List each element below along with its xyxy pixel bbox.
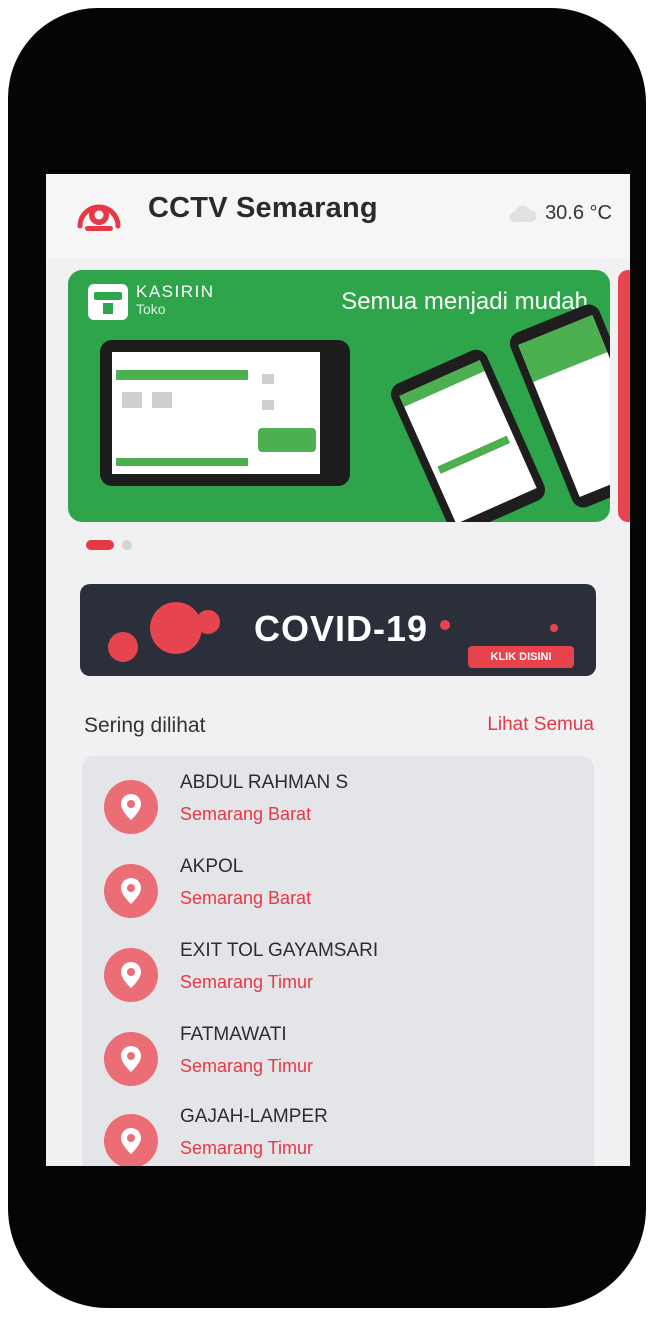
item-name: AKPOL [180, 856, 244, 877]
virus-icon [150, 602, 202, 654]
location-pin-icon [104, 864, 158, 918]
section-title: Sering dilihat [84, 714, 206, 737]
cloud-icon [509, 205, 537, 222]
carousel-dot[interactable] [122, 540, 132, 550]
banner-brand: KASIRIN [136, 282, 215, 301]
location-pin-icon [104, 1032, 158, 1086]
item-area: Semarang Barat [180, 888, 312, 908]
banner-brand-sub: Toko [136, 301, 166, 317]
covid-banner[interactable]: COVID-19 KLIK DISINI [80, 584, 596, 676]
cctv-logo-icon [77, 204, 121, 231]
temperature: 30.6 °C [545, 202, 612, 224]
virus-icon [550, 624, 558, 632]
list-item[interactable]: AKPOL Semarang Barat [82, 840, 594, 924]
carousel-indicator [86, 540, 132, 550]
item-area: Semarang Timur [180, 1138, 314, 1158]
location-pin-icon [104, 1114, 158, 1166]
item-name: FATMAWATI [180, 1024, 287, 1045]
list-item[interactable]: GAJAH-LAMPER Semarang Timur [82, 1090, 594, 1166]
item-name: GAJAH-LAMPER [180, 1106, 328, 1127]
virus-icon [108, 632, 138, 662]
location-pin-icon [104, 948, 158, 1002]
store-icon [88, 284, 128, 320]
virus-icon [196, 610, 220, 634]
list-item[interactable]: ABDUL RAHMAN S Semarang Barat [82, 756, 594, 840]
promo-banner[interactable]: KASIRIN Toko Semua menjadi mudah [68, 270, 610, 522]
item-area: Semarang Timur [180, 972, 314, 992]
phone-frame: CCTV Semarang 30.6 °C KASIRIN Toko Semua… [8, 8, 646, 1308]
virus-icon [440, 620, 450, 630]
weather-widget: 30.6 °C [507, 202, 612, 225]
location-pin-icon [104, 780, 158, 834]
app-title: CCTV Semarang [148, 192, 378, 224]
list-item[interactable]: EXIT TOL GAYAMSARI Semarang Timur [82, 924, 594, 1008]
see-all-link[interactable]: Lihat Semua [487, 714, 594, 736]
banner-tagline: Semua menjadi mudah [341, 288, 588, 315]
app-header: CCTV Semarang 30.6 °C [46, 174, 630, 258]
tablet-mockup [100, 340, 350, 486]
list-item[interactable]: FATMAWATI Semarang Timur [82, 1008, 594, 1092]
covid-title: COVID-19 [254, 608, 429, 649]
carousel-dot-active[interactable] [86, 540, 114, 550]
item-area: Semarang Barat [180, 804, 312, 824]
frequent-list: ABDUL RAHMAN S Semarang Barat AKPOL Sema… [82, 756, 594, 1166]
item-name: EXIT TOL GAYAMSARI [180, 940, 379, 961]
item-name: ABDUL RAHMAN S [180, 772, 349, 793]
app-screen: CCTV Semarang 30.6 °C KASIRIN Toko Semua… [46, 174, 630, 1166]
item-area: Semarang Timur [180, 1056, 314, 1076]
covid-info-button[interactable]: KLIK DISINI [468, 646, 574, 668]
next-banner-peek[interactable] [618, 270, 630, 522]
